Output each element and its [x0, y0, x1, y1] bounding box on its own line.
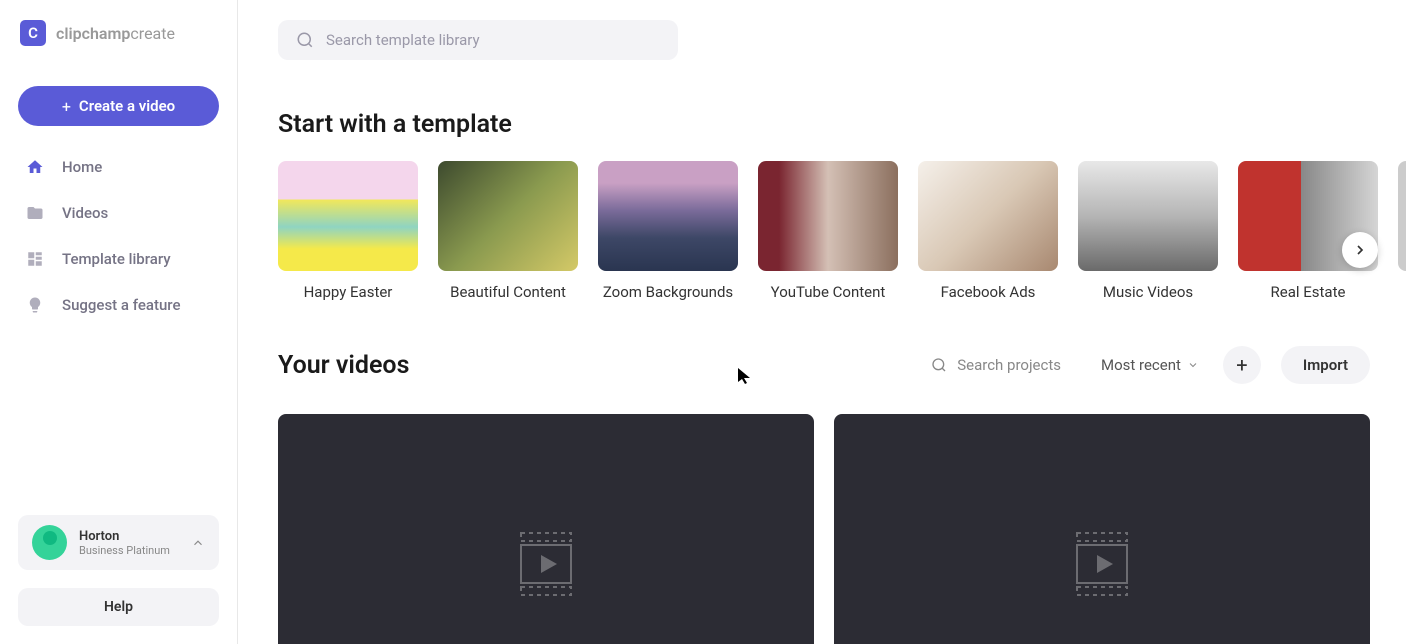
videos-title: Your videos — [278, 351, 409, 380]
folder-icon — [26, 204, 44, 222]
video-card[interactable] — [834, 414, 1370, 644]
plus-icon: + — [1236, 353, 1247, 377]
video-card[interactable] — [278, 414, 814, 644]
template-thumb — [758, 161, 898, 271]
sidebar-item-label: Template library — [62, 250, 171, 268]
sidebar-item-label: Suggest a feature — [62, 296, 181, 314]
template-thumb — [1078, 161, 1218, 271]
template-thumb — [598, 161, 738, 271]
template-thumb — [438, 161, 578, 271]
sidebar-item-label: Home — [62, 158, 102, 176]
user-menu[interactable]: Horton Business Platinum — [18, 515, 219, 570]
home-icon — [26, 158, 44, 176]
create-video-button[interactable]: + Create a video — [18, 86, 219, 126]
user-info: Horton Business Platinum — [79, 529, 179, 557]
sidebar-item-home[interactable]: Home — [0, 144, 237, 190]
search-icon — [931, 357, 947, 373]
template-label: Facebook Ads — [941, 283, 1036, 301]
projects-search[interactable]: Search projects — [931, 356, 1061, 374]
template-label: Happy Easter — [304, 283, 393, 301]
user-name: Horton — [79, 529, 179, 544]
lightbulb-icon — [26, 296, 44, 314]
template-card-music-videos[interactable]: Music Videos — [1078, 161, 1218, 301]
template-card-happy-easter[interactable]: Happy Easter — [278, 161, 418, 301]
template-card-youtube-content[interactable]: YouTube Content — [758, 161, 898, 301]
film-icon — [1073, 529, 1131, 599]
sidebar-nav: Home Videos Template library Suggest a f… — [0, 144, 237, 328]
help-button[interactable]: Help — [18, 588, 219, 626]
search-input[interactable] — [326, 31, 660, 49]
sidebar-item-templates[interactable]: Template library — [0, 236, 237, 282]
add-video-button[interactable]: + — [1223, 346, 1261, 384]
sidebar-item-suggest[interactable]: Suggest a feature — [0, 282, 237, 328]
logo[interactable]: C clipchampcreate — [0, 20, 237, 46]
search-box[interactable] — [278, 20, 678, 60]
logo-mark: C — [20, 20, 46, 46]
template-label: YouTube Content — [771, 283, 886, 301]
template-icon — [26, 250, 44, 268]
template-thumb — [1398, 161, 1406, 271]
logo-text: clipchampcreate — [56, 24, 175, 43]
user-plan: Business Platinum — [79, 544, 179, 557]
template-card-real-estate[interactable]: Real Estate — [1238, 161, 1378, 301]
template-card-facebook-ads[interactable]: Facebook Ads — [918, 161, 1058, 301]
avatar — [32, 525, 67, 560]
projects-search-label: Search projects — [957, 356, 1061, 374]
import-button[interactable]: Import — [1281, 346, 1370, 384]
templates-title: Start with a template — [278, 110, 1406, 139]
videos-header: Your videos Search projects Most recent … — [278, 346, 1406, 384]
sidebar-item-label: Videos — [62, 204, 108, 222]
sidebar-item-videos[interactable]: Videos — [0, 190, 237, 236]
sort-label: Most recent — [1101, 356, 1181, 374]
templates-carousel: Happy Easter Beautiful Content Zoom Back… — [278, 161, 1406, 301]
search-icon — [296, 31, 314, 49]
template-label: Music Videos — [1103, 283, 1193, 301]
carousel-next-button[interactable] — [1342, 232, 1378, 268]
template-label: Beautiful Content — [450, 283, 566, 301]
plus-icon: + — [62, 97, 71, 116]
main-content: Start with a template Happy Easter Beaut… — [238, 0, 1406, 644]
template-thumb — [278, 161, 418, 271]
template-card-beautiful-content[interactable]: Beautiful Content — [438, 161, 578, 301]
chevron-right-icon — [1352, 242, 1368, 258]
template-card-zoom-backgrounds[interactable]: Zoom Backgrounds — [598, 161, 738, 301]
videos-grid — [278, 414, 1406, 644]
chevron-up-icon — [191, 536, 205, 550]
template-card-more[interactable] — [1398, 161, 1406, 301]
template-label: Zoom Backgrounds — [603, 283, 733, 301]
template-thumb — [918, 161, 1058, 271]
sidebar: C clipchampcreate + Create a video Home … — [0, 0, 238, 644]
sort-dropdown[interactable]: Most recent — [1101, 356, 1199, 374]
template-label: Real Estate — [1271, 283, 1346, 301]
film-icon — [517, 529, 575, 599]
chevron-down-icon — [1187, 359, 1199, 371]
